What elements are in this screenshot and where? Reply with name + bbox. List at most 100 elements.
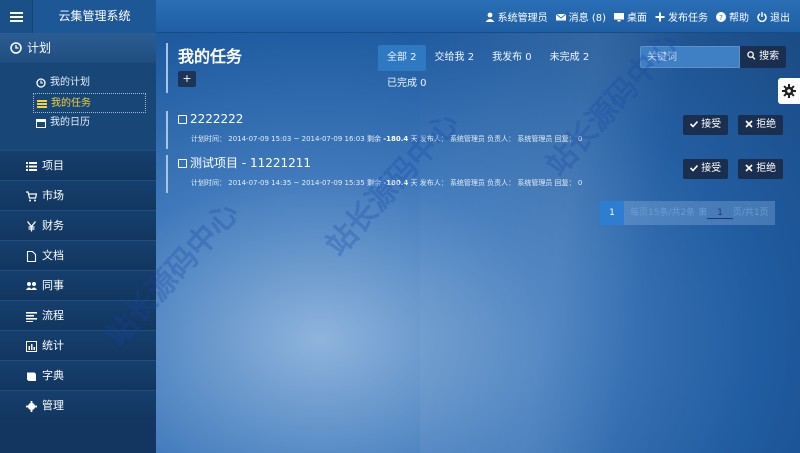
meta-remain: -180.4 [383,135,409,143]
meta-publisher-label: 发布人： [419,179,448,187]
search-icon [747,51,756,60]
sidebar-subitem-my-tasks[interactable]: 我的任务 [33,93,146,113]
reject-button-label: 拒绝 [756,163,777,174]
task-filter-tabs: 全部 2 交给我 2 我发布 0 未完成 2 已完成 0 [378,45,618,97]
page-jump-input[interactable]: 1 [707,208,733,219]
cart-icon [26,191,37,202]
clock-icon [36,78,46,88]
nav-desktop[interactable]: 桌面 [614,9,647,24]
sidebar-item-label: 字典 [42,369,64,382]
task-checkbox[interactable] [178,114,187,124]
page-title: 我的任务 [178,47,243,66]
user-icon [485,12,495,22]
meta-reply-label: 回复： [554,135,576,143]
plus-icon [655,12,665,21]
sidebar-subitem-my-plan[interactable]: 我的计划 [33,73,146,93]
meta-reply-label: 回复： [554,179,576,187]
reject-button[interactable]: 拒绝 [738,159,784,179]
sidebar-item-documents[interactable]: 文档 [0,240,156,270]
sidebar-item-label: 统计 [42,339,64,352]
tab-incomplete[interactable]: 未完成 2 [541,45,599,71]
gear-icon [782,84,796,98]
task-checkbox[interactable] [178,158,187,168]
page-info-prefix: 每页15条/共2条 第 [630,208,708,218]
sidebar-item-label: 管理 [42,399,64,412]
nav-publish-task[interactable]: 发布任务 [655,9,708,24]
task-title-text: 2222222 [190,112,244,126]
check-icon [689,164,699,172]
sidebar-item-project[interactable]: 项目 [0,150,156,180]
meta-remain: -180.4 [383,179,409,187]
sidebar-subitem-my-calendar[interactable]: 我的日历 [33,113,146,133]
task-meta: 计划时间： 2014-07-09 14:35 ~ 2014-07-09 15:3… [191,178,790,188]
menu-toggle-button[interactable] [0,0,33,33]
reject-button-label: 拒绝 [756,119,777,130]
task-row: 2222222 计划时间： 2014-07-09 15:03 ~ 2014-07… [166,111,790,149]
tab-completed[interactable]: 已完成 0 [378,71,436,97]
nav-user-label: 系统管理员 [497,13,548,24]
tab-published-by-me[interactable]: 我发布 0 [483,45,541,71]
check-icon [689,120,699,128]
meta-remain-label: 剩余 [366,179,381,187]
accept-button[interactable]: 接受 [683,159,729,179]
page-header: 我的任务 + [166,43,246,93]
sidebar-item-workflow[interactable]: 流程 [0,300,156,330]
sidebar: 计划 我的计划 我的任务 我的日历 项目 市场 财务 文档 同事 流程 统计 字… [0,33,156,453]
meta-publisher: 系统管理员 [449,179,485,187]
hamburger-icon [9,10,23,24]
sidebar-item-colleagues[interactable]: 同事 [0,270,156,300]
meta-publisher: 系统管理员 [449,135,485,143]
top-nav: 系统管理员 消息 (8) 桌面 发布任务 ? 帮助 退出 [485,0,790,33]
meta-publisher-label: 发布人： [419,135,448,143]
pagination: 1 每页15条/共2条 第 1 页/共1页 [600,201,775,225]
sidebar-item-statistics[interactable]: 统计 [0,330,156,360]
reject-button[interactable]: 拒绝 [738,115,784,135]
search-button-label: 搜索 [759,51,780,62]
sidebar-item-dictionary[interactable]: 字典 [0,360,156,390]
sidebar-item-label: 文档 [42,249,64,262]
align-icon [26,312,37,322]
meta-unit: 天 [410,135,418,143]
task-meta: 计划时间： 2014-07-09 15:03 ~ 2014-07-09 16:0… [191,134,790,144]
nav-messages-label: 消息 (8) [568,13,606,24]
nav-help[interactable]: ? 帮助 [716,9,749,24]
meta-time: 2014-07-09 15:03 ~ 2014-07-09 16:03 [228,135,365,143]
desktop-icon [614,12,624,21]
meta-owner: 系统管理员 [517,179,553,187]
task-title-text: 测试项目 - 11221211 [190,156,312,170]
nav-user[interactable]: 系统管理员 [485,9,548,24]
nav-logout[interactable]: 退出 [757,9,790,24]
page-number-button[interactable]: 1 [600,201,624,225]
sidebar-item-label: 同事 [42,279,64,292]
search-button[interactable]: 搜索 [740,46,786,68]
sidebar-item-label: 财务 [42,219,64,232]
accept-button-label: 接受 [701,119,722,130]
add-task-button[interactable]: + [178,71,196,87]
help-icon: ? [716,11,726,22]
close-icon [745,164,753,172]
tab-assigned-to-me[interactable]: 交给我 2 [426,45,484,71]
sidebar-item-market[interactable]: 市场 [0,180,156,210]
meta-owner-label: 负责人： [487,179,516,187]
sidebar-item-finance[interactable]: 财务 [0,210,156,240]
gear-icon [26,401,37,412]
sidebar-subitem-label: 我的计划 [50,77,90,88]
sidebar-item-plan[interactable]: 计划 [0,33,156,63]
settings-button[interactable] [778,78,800,104]
tab-all[interactable]: 全部 2 [378,45,426,71]
sidebar-subitem-label: 我的任务 [51,98,91,109]
chart-icon [26,341,37,352]
accept-button[interactable]: 接受 [683,115,729,135]
page-info-suffix: 页/共1页 [732,208,769,218]
nav-logout-label: 退出 [770,13,790,24]
nav-messages[interactable]: 消息 (8) [555,9,606,24]
task-row: 测试项目 - 11221211 计划时间： 2014-07-09 14:35 ~… [166,155,790,193]
sidebar-item-admin[interactable]: 管理 [0,390,156,420]
nav-desktop-label: 桌面 [627,13,647,24]
search-input[interactable] [640,46,740,68]
yen-icon [26,221,37,232]
app-title: 云集管理系统 [33,0,156,33]
meta-time: 2014-07-09 14:35 ~ 2014-07-09 15:35 [228,179,365,187]
svg-text:?: ? [719,14,723,22]
meta-reply: 0 [577,135,583,143]
